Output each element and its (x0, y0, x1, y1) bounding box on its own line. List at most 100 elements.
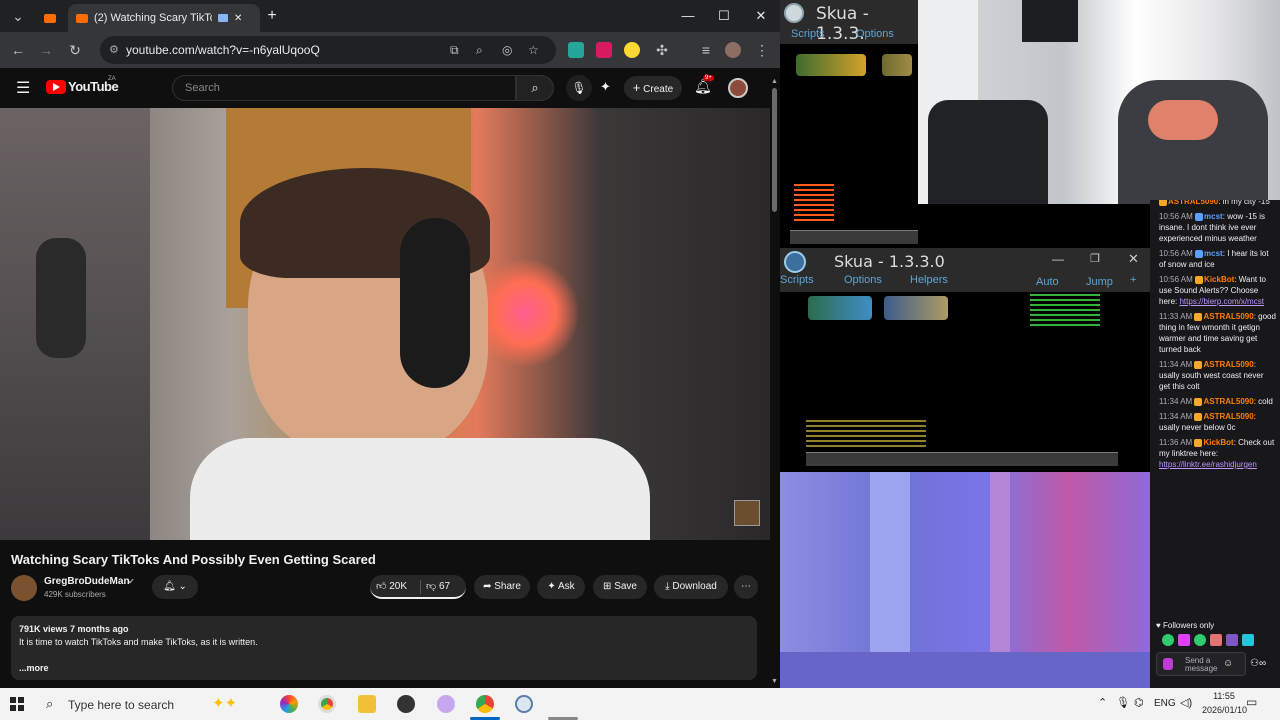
account-avatar[interactable] (728, 78, 748, 98)
chrome-active-icon[interactable] (476, 695, 494, 713)
snipping-tool-icon[interactable] (437, 695, 455, 713)
back-icon[interactable]: ← (8, 40, 28, 60)
chat-link[interactable]: https://bierp.com/x/mcst (1179, 297, 1263, 306)
skua-top-game-view[interactable] (780, 44, 918, 248)
forward-icon[interactable]: → (36, 40, 56, 60)
emote-2-icon[interactable] (1178, 634, 1190, 646)
chat-settings-icon[interactable]: ⚇∞ (1250, 658, 1266, 669)
copilot-icon[interactable] (280, 695, 298, 713)
skua-menu-add[interactable]: + (1130, 274, 1136, 286)
page-scrollbar[interactable]: ▲ ▼ (770, 78, 780, 688)
show-more-link[interactable]: ...more (19, 662, 749, 675)
skua-maximize-button[interactable]: ❐ (1090, 252, 1100, 265)
extension-c-icon[interactable] (624, 42, 640, 58)
start-button-icon[interactable] (10, 697, 24, 711)
tab-search-icon[interactable]: ⌄ (8, 6, 28, 26)
chat-username[interactable]: mcst (1204, 212, 1223, 221)
microphone-icon[interactable]: 🎙︎ (566, 75, 592, 101)
chat-username[interactable]: ASTRAL5090 (1168, 200, 1218, 206)
chat-username[interactable]: KickBot (1203, 438, 1233, 447)
profile-avatar-icon[interactable] (725, 42, 741, 58)
skua-menu-jump[interactable]: Jump (1086, 276, 1113, 288)
chat-username[interactable]: KickBot (1204, 275, 1234, 284)
download-button[interactable]: ⤓ Download (654, 575, 728, 599)
tray-microphone-icon[interactable]: 🎙︎ (1116, 696, 1130, 709)
skua-top-menu-options[interactable]: Options (856, 28, 894, 40)
skua-menu-scripts[interactable]: Scripts (780, 274, 814, 286)
extension-a-icon[interactable] (568, 42, 584, 58)
channel-avatar[interactable] (11, 575, 37, 601)
save-button[interactable]: ⊞ Save (593, 575, 647, 599)
skua-menu-helpers[interactable]: Helpers (910, 274, 948, 286)
tray-chevron-up-icon[interactable]: ⌃ (1098, 696, 1107, 709)
tab-youtube[interactable]: (2) Watching Scary TikToks ✕ (68, 4, 260, 32)
tab-pinned[interactable] (36, 4, 64, 32)
tray-volume-icon[interactable]: ◁) (1180, 696, 1192, 709)
tab-media-icon[interactable] (218, 14, 228, 22)
share-button[interactable]: ➦ Share (474, 575, 530, 599)
eye-off-icon[interactable]: ◎ (502, 36, 512, 64)
skua-top-menu-scripts[interactable]: Scripts (791, 28, 825, 40)
emote-1-icon[interactable] (1162, 634, 1174, 646)
chat-username[interactable]: mcst (1204, 249, 1223, 258)
hamburger-menu-icon[interactable]: ☰ (16, 78, 30, 98)
obs-icon[interactable] (397, 695, 415, 713)
chrome-icon[interactable] (318, 695, 336, 713)
chat-username[interactable]: ASTRAL5090 (1203, 312, 1253, 321)
subscribed-bell-button[interactable]: 🔔︎ ⌄ (152, 575, 198, 599)
create-button[interactable]: + Create (624, 76, 682, 100)
more-actions-icon[interactable]: ⋯ (734, 575, 758, 599)
skua-minimize-button[interactable]: — (1052, 252, 1064, 266)
emote-3-icon[interactable] (1194, 634, 1206, 646)
chat-input[interactable]: Send a message ☺ (1156, 652, 1246, 676)
emote-6-icon[interactable] (1242, 634, 1254, 646)
taskbar-search-input[interactable]: Type here to search (68, 698, 174, 712)
file-explorer-icon[interactable] (358, 695, 376, 713)
reload-icon[interactable]: ↻ (65, 40, 85, 60)
youtube-search-input[interactable]: Search (172, 75, 516, 101)
skua-close-button[interactable]: ✕ (1128, 251, 1139, 267)
skua-taskbar-icon[interactable] (515, 695, 533, 713)
site-info-icon[interactable]: ⚙ (109, 36, 119, 64)
description-box[interactable]: 791K views 7 months ago It is time to wa… (11, 616, 757, 680)
extensions-puzzle-icon[interactable]: ✣ (652, 40, 672, 60)
chat-username[interactable]: ASTRAL5090 (1203, 412, 1253, 421)
maximize-button[interactable]: ☐ (714, 6, 734, 26)
chat-link[interactable]: https://linktr.ee/rashidjurgen (1159, 460, 1257, 469)
tray-date[interactable]: 2026/01/10 (1202, 705, 1247, 715)
address-bar[interactable]: ⚙ youtube.com/watch?v=-n6yalUqooQ ⧉ ⌕ ◎ … (100, 36, 556, 64)
tray-time[interactable]: 11:55 (1206, 691, 1242, 701)
skua-main-game-view[interactable] (780, 292, 1150, 472)
like-button[interactable]: 👍︎ 20K (376, 575, 407, 599)
bookmark-star-icon[interactable]: ☆ (528, 36, 539, 64)
zoom-icon[interactable]: ⌕ (476, 36, 483, 64)
video-player[interactable] (0, 108, 770, 540)
channel-watermark[interactable] (734, 500, 760, 526)
youtube-logo-icon[interactable] (46, 80, 66, 94)
minimize-button[interactable]: — (678, 6, 698, 26)
browser-menu-icon[interactable]: ⋮ (752, 40, 772, 60)
tray-network-icon[interactable]: ⌬ (1134, 696, 1144, 709)
notification-center-icon[interactable]: ▭ (1246, 695, 1257, 709)
copilot-sparkle-icon[interactable]: ✦✦ (212, 694, 237, 712)
scroll-down-arrow-icon[interactable]: ▼ (771, 678, 778, 685)
channel-name[interactable]: GregBroDudeMan (44, 576, 130, 587)
tray-language[interactable]: ENG (1154, 698, 1176, 709)
media-control-icon[interactable]: ≡ (696, 40, 716, 60)
install-icon[interactable]: ⧉ (450, 36, 459, 64)
chat-emoji-icon[interactable]: ☺ (1223, 658, 1233, 669)
skua-menu-options[interactable]: Options (844, 274, 882, 286)
skua-menu-auto[interactable]: Auto (1036, 276, 1059, 288)
scrollbar-thumb[interactable] (772, 88, 777, 212)
emote-5-icon[interactable] (1226, 634, 1238, 646)
emote-4-icon[interactable] (1210, 634, 1222, 646)
ask-button[interactable]: ✦ Ask (537, 575, 585, 599)
close-button[interactable]: ✕ (751, 6, 771, 26)
dislike-button[interactable]: 👎︎ 67 (426, 575, 450, 599)
chat-username[interactable]: ASTRAL5090 (1203, 360, 1253, 369)
ask-ai-icon[interactable]: ✦ (600, 79, 611, 95)
tab-close-icon[interactable]: ✕ (234, 13, 242, 24)
search-icon[interactable]: ⌕ (516, 75, 554, 101)
scroll-up-arrow-icon[interactable]: ▲ (771, 78, 778, 85)
chat-username[interactable]: ASTRAL5090 (1203, 397, 1253, 406)
